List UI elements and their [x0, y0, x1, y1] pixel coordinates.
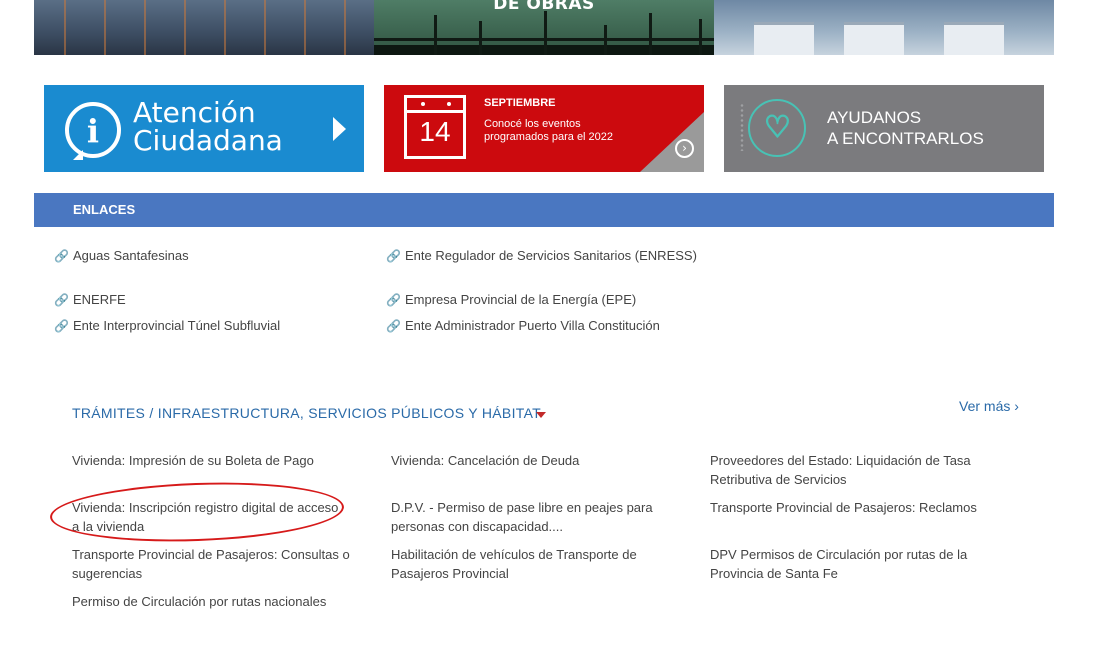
- tramite-item[interactable]: Transporte Provincial de Pasajeros: Cons…: [72, 545, 372, 583]
- tramites-category-dropdown[interactable]: TRÁMITES / INFRAESTRUCTURA, SERVICIOS PÚ…: [72, 405, 541, 421]
- calendar-icon: 14: [404, 95, 466, 159]
- link-chain-icon: 🔗: [386, 319, 401, 333]
- corner-decoration: [640, 112, 704, 172]
- tramite-item[interactable]: Vivienda: Impresión de su Boleta de Pago: [72, 451, 372, 470]
- chevron-right-circle-icon[interactable]: ›: [675, 139, 694, 158]
- tramite-item[interactable]: Permiso de Circulación por rutas naciona…: [72, 592, 372, 611]
- link-chain-icon: 🔗: [386, 293, 401, 307]
- tramite-item[interactable]: DPV Permisos de Circulación por rutas de…: [710, 545, 1010, 583]
- events-september-banner[interactable]: 14 SEPTIEMBRE Conocé los eventos program…: [384, 85, 704, 172]
- events-month: SEPTIEMBRE: [484, 97, 556, 109]
- dotted-decoration: [740, 103, 744, 151]
- hero-image-viviendas[interactable]: [714, 0, 1054, 55]
- link-chain-icon: 🔗: [386, 249, 401, 263]
- link-aguas-santafesinas[interactable]: 🔗 Aguas Santafesinas: [54, 246, 373, 265]
- hero-image-strip: DE OBRAS: [34, 0, 1054, 55]
- link-tunel-subfluvial[interactable]: 🔗 Ente Interprovincial Túnel Subfluvial: [54, 316, 373, 335]
- info-bubble-icon: i: [65, 102, 121, 160]
- atencion-line2: Ciudadana: [133, 124, 283, 157]
- atencion-ciudadana-banner[interactable]: i Atención Ciudadana: [44, 85, 364, 172]
- ayudanos-label: AYUDANOS A ENCONTRARLOS: [827, 107, 984, 149]
- link-chain-icon: 🔗: [54, 249, 69, 263]
- tramite-item[interactable]: D.P.V. - Permiso de pase libre en peajes…: [391, 498, 691, 536]
- link-epe[interactable]: 🔗 Empresa Provincial de la Energía (EPE): [386, 290, 705, 309]
- hero-image-obras[interactable]: DE OBRAS: [374, 0, 714, 55]
- caret-down-icon[interactable]: [536, 412, 546, 418]
- tramite-item[interactable]: Transporte Provincial de Pasajeros: Recl…: [710, 498, 1010, 517]
- atencion-line1: Atención: [133, 96, 256, 129]
- arrow-right-icon: [333, 117, 346, 141]
- calendar-day: 14: [419, 116, 451, 147]
- ver-mas-link[interactable]: Ver más ›: [959, 398, 1019, 414]
- tramite-item[interactable]: Habilitación de vehículos de Transporte …: [391, 545, 691, 583]
- link-label: Empresa Provincial de la Energía (EPE): [405, 292, 637, 307]
- link-label: ENERFE: [73, 292, 126, 307]
- enlaces-title: ENLACES: [73, 202, 136, 217]
- heart-icon: ♡: [748, 99, 806, 157]
- enlaces-header: ENLACES: [34, 193, 1054, 227]
- hero-image-construction[interactable]: [34, 0, 374, 55]
- link-label: Aguas Santafesinas: [73, 248, 189, 263]
- tramite-item[interactable]: Vivienda: Cancelación de Deuda: [391, 451, 691, 470]
- tramite-item[interactable]: Proveedores del Estado: Liquidación de T…: [710, 451, 1010, 489]
- events-description: Conocé los eventos programados para el 2…: [484, 118, 614, 143]
- link-enress[interactable]: 🔗 Ente Regulador de Servicios Sanitarios…: [386, 246, 705, 265]
- ayudanos-line1: AYUDANOS: [827, 108, 922, 127]
- link-label: Ente Interprovincial Túnel Subfluvial: [73, 318, 281, 333]
- hero-caption-2: DE OBRAS: [493, 0, 595, 14]
- link-label: Ente Regulador de Servicios Sanitarios (…: [405, 248, 697, 263]
- link-enerfe[interactable]: 🔗 ENERFE: [54, 290, 373, 309]
- link-chain-icon: 🔗: [54, 293, 69, 307]
- ayudanos-line2: A ENCONTRARLOS: [827, 129, 984, 148]
- link-puerto-villa-constitucion[interactable]: 🔗 Ente Administrador Puerto Villa Consti…: [386, 316, 725, 335]
- atencion-ciudadana-label: Atención Ciudadana: [133, 99, 283, 155]
- ayudanos-encontrarlos-banner[interactable]: ♡ AYUDANOS A ENCONTRARLOS: [724, 85, 1044, 172]
- link-label: Ente Administrador Puerto Villa Constitu…: [405, 318, 660, 333]
- link-chain-icon: 🔗: [54, 319, 69, 333]
